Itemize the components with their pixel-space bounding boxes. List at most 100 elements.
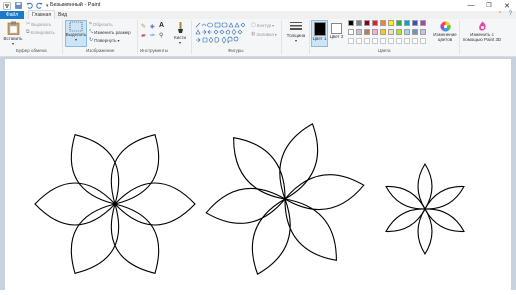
- palette-swatch[interactable]: [388, 38, 394, 44]
- palette-swatch[interactable]: [388, 29, 394, 35]
- palette-swatch[interactable]: [388, 20, 394, 26]
- flower-petal: [205, 187, 286, 224]
- drawing-svg: [34, 123, 465, 275]
- brush-icon: [177, 22, 183, 33]
- palette-swatch[interactable]: [404, 20, 410, 26]
- minimize-button[interactable]: —: [462, 0, 480, 11]
- chevron-down-icon: ▾: [178, 40, 181, 45]
- outline-icon: ▢: [251, 22, 256, 28]
- palette-swatch[interactable]: [348, 29, 354, 35]
- fill-button[interactable]: ◍ Заливка ▾: [251, 31, 277, 37]
- redo-icon[interactable]: [36, 2, 43, 9]
- palette-swatch[interactable]: [404, 38, 410, 44]
- color-palette: [348, 20, 428, 48]
- palette-swatch[interactable]: [420, 29, 426, 35]
- palette-swatch[interactable]: [356, 20, 362, 26]
- edit-colors-button[interactable]: Изменение цветов: [433, 21, 457, 42]
- outline-button[interactable]: ▢ Контур ▾: [251, 22, 274, 28]
- color1-label: Цвет 1: [312, 36, 327, 41]
- palette-swatch[interactable]: [364, 20, 370, 26]
- group-separator: [309, 20, 310, 54]
- color1-button[interactable]: Цвет 1: [311, 20, 328, 47]
- group-separator: [62, 20, 63, 54]
- palette-swatch[interactable]: [348, 38, 354, 44]
- flower-petal: [70, 203, 120, 274]
- fill-label: Заливка: [256, 31, 274, 37]
- copy-icon: ⧉: [26, 29, 30, 35]
- paste-button[interactable]: Вставить ▾: [3, 21, 23, 46]
- rotate-button[interactable]: ↻ Повернуть ▾: [89, 37, 119, 43]
- chevron-down-icon: ▾: [274, 31, 277, 37]
- pencil-icon[interactable]: ✎: [141, 23, 146, 30]
- customize-quick-access-icon[interactable]: ▾: [46, 3, 49, 9]
- flower-petal: [251, 198, 291, 275]
- palette-swatch[interactable]: [380, 38, 386, 44]
- eraser-icon[interactable]: ▰: [141, 32, 146, 39]
- drawing-canvas[interactable]: [5, 59, 511, 290]
- color-wheel-icon: [439, 21, 451, 32]
- palette-swatch[interactable]: [404, 29, 410, 35]
- palette-swatch[interactable]: [412, 29, 418, 35]
- flower-petal: [114, 182, 196, 226]
- save-icon[interactable]: [15, 2, 22, 9]
- palette-swatch[interactable]: [364, 38, 370, 44]
- text-icon[interactable]: A: [159, 22, 164, 29]
- palette-swatch[interactable]: [396, 29, 402, 35]
- group-separator: [281, 20, 282, 54]
- help-icon[interactable]: ?: [509, 11, 512, 17]
- palette-swatch[interactable]: [364, 29, 370, 35]
- shapes-gallery[interactable]: [195, 22, 245, 44]
- palette-swatch[interactable]: [420, 38, 426, 44]
- selection-rectangle-icon: [69, 21, 83, 32]
- fill-icon[interactable]: ◈: [150, 23, 155, 30]
- restore-icon: ❐: [486, 3, 492, 9]
- copy-button[interactable]: ⧉ Копировать: [26, 29, 55, 35]
- close-icon: ✕: [504, 2, 510, 10]
- palette-swatch[interactable]: [372, 20, 378, 26]
- group-separator: [459, 20, 460, 54]
- resize-icon: ⤡: [89, 29, 94, 35]
- copy-label: Копировать: [30, 29, 55, 35]
- undo-icon[interactable]: [26, 2, 33, 9]
- palette-swatch[interactable]: [412, 20, 418, 26]
- close-button[interactable]: ✕: [498, 0, 516, 11]
- palette-swatch[interactable]: [356, 29, 362, 35]
- palette-swatch[interactable]: [372, 29, 378, 35]
- palette-swatch[interactable]: [396, 20, 402, 26]
- tab-home[interactable]: Главная: [28, 10, 56, 19]
- size-button[interactable]: Толщина ▾: [285, 21, 307, 43]
- palette-swatch[interactable]: [412, 38, 418, 44]
- collapse-ribbon-icon[interactable]: ⌃: [498, 11, 502, 17]
- select-button[interactable]: Выделить ▾: [65, 20, 87, 47]
- paint3d-button[interactable]: Изменить с помощью Paint 3D: [462, 21, 502, 42]
- magnifier-icon[interactable]: ⚲: [159, 32, 163, 39]
- brushes-button[interactable]: Кисти ▾: [171, 21, 189, 45]
- crop-icon: ⌗: [89, 21, 92, 27]
- rotate-label: Повернуть: [94, 37, 117, 43]
- maximize-button[interactable]: ❐: [480, 0, 498, 11]
- cut-label: Вырезать: [31, 21, 52, 27]
- palette-swatch[interactable]: [396, 38, 402, 44]
- palette-swatch[interactable]: [420, 20, 426, 26]
- tools-grid: ✎ ◈ A ▰ ✑ ⚲: [141, 22, 167, 43]
- flower-petal: [110, 134, 160, 205]
- color-picker-icon[interactable]: ✑: [150, 32, 155, 39]
- group-separator: [137, 20, 138, 54]
- flower-petal: [424, 185, 465, 210]
- edit-colors-label: Изменение цветов: [433, 32, 457, 42]
- color2-button[interactable]: Цвет 2: [329, 21, 344, 39]
- title-bar: ▾ Безымянный - Paint — ❐ ✕: [0, 0, 516, 11]
- fill-bucket-icon: ◍: [251, 31, 256, 37]
- palette-swatch[interactable]: [356, 38, 362, 44]
- palette-swatch[interactable]: [380, 20, 386, 26]
- flower-petal: [284, 174, 365, 211]
- palette-swatch[interactable]: [372, 38, 378, 44]
- resize-button[interactable]: ⤡ Изменить размер: [89, 29, 131, 35]
- tab-view[interactable]: Вид: [58, 11, 67, 19]
- file-menu-button[interactable]: Файл: [0, 11, 24, 19]
- cut-button[interactable]: ✂ Вырезать: [26, 21, 51, 27]
- palette-swatch[interactable]: [348, 20, 354, 26]
- crop-button[interactable]: ⌗ Обрезать: [89, 21, 113, 27]
- rotate-icon: ↻: [89, 37, 94, 43]
- palette-swatch[interactable]: [380, 29, 386, 35]
